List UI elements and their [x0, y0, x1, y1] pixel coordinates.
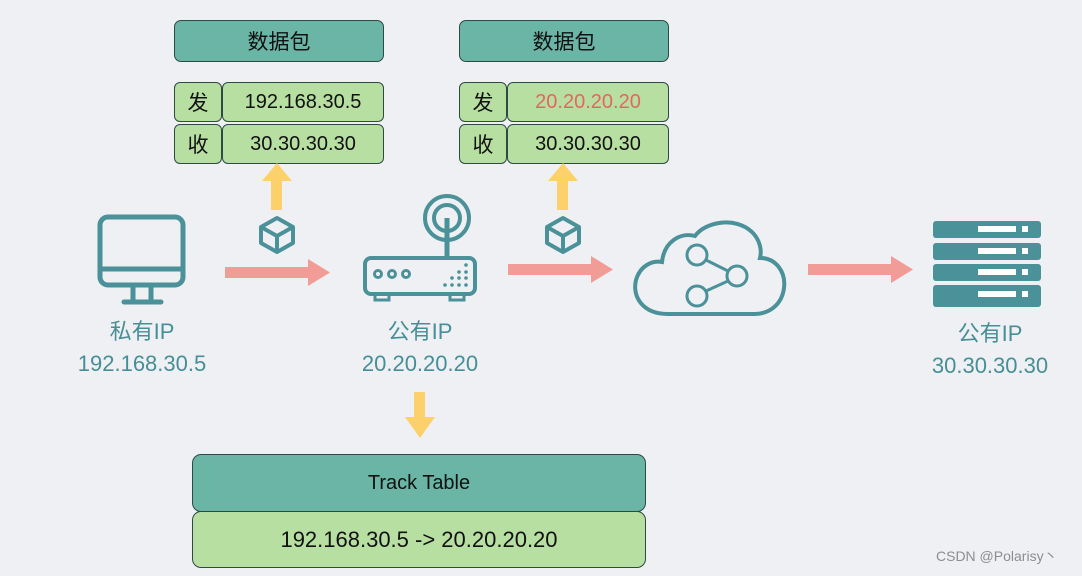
router-ip: 20.20.20.20 — [361, 351, 479, 376]
server-icon — [933, 221, 1041, 307]
router-ip-type: 公有IP — [387, 319, 453, 344]
router-icon — [363, 194, 477, 302]
track-table-entry: 192.168.30.5 -> 20.20.20.20 — [192, 511, 646, 568]
router-label: 公有IP 20.20.20.20 — [330, 316, 510, 380]
packet-cube-icon — [259, 216, 295, 254]
computer-ip: 192.168.30.5 — [77, 351, 207, 376]
up-arrow-icon — [262, 163, 292, 210]
computer-label: 私有IP 192.168.30.5 — [52, 316, 232, 380]
watermark: CSDN @Polarisy丶 — [936, 548, 1058, 564]
flow-arrow-icon — [508, 256, 613, 283]
down-arrow-icon — [405, 392, 435, 438]
flow-arrow-icon — [225, 259, 330, 286]
computer-icon — [97, 214, 186, 305]
packet-cube-icon — [545, 216, 581, 254]
track-table-title: Track Table — [192, 454, 646, 512]
server-label: 公有IP 30.30.30.30 — [900, 318, 1080, 382]
computer-ip-type: 私有IP — [109, 319, 175, 344]
up-arrow-icon — [548, 163, 578, 210]
flow-arrow-icon — [808, 256, 913, 283]
server-ip-type: 公有IP — [957, 321, 1023, 346]
cloud-network-icon — [633, 220, 787, 316]
server-ip: 30.30.30.30 — [931, 353, 1049, 378]
